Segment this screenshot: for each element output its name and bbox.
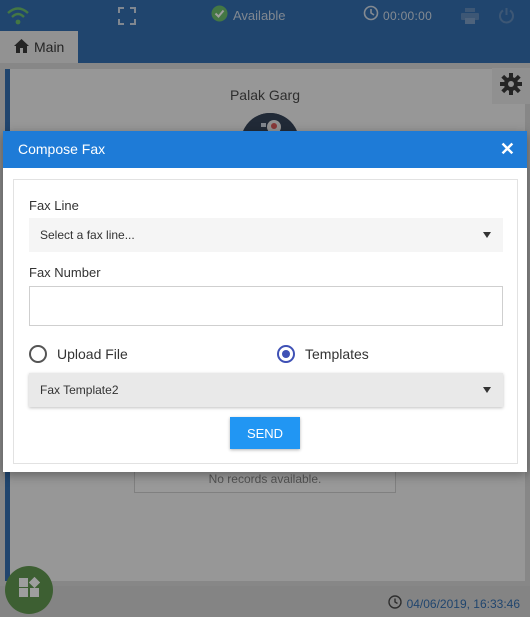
upload-file-label: Upload File xyxy=(57,346,128,362)
compose-fax-dialog: Compose Fax ✕ Fax Line Select a fax line… xyxy=(3,131,527,472)
template-select[interactable]: Fax Template2 xyxy=(29,373,503,407)
template-value: Fax Template2 xyxy=(40,383,119,397)
dialog-title: Compose Fax xyxy=(18,141,106,157)
fax-line-select[interactable]: Select a fax line... xyxy=(29,218,503,252)
send-button[interactable]: SEND xyxy=(230,417,300,449)
fax-number-label: Fax Number xyxy=(29,265,101,280)
radio-selected-icon xyxy=(277,345,295,363)
fax-line-label: Fax Line xyxy=(29,198,79,213)
dialog-header: Compose Fax ✕ xyxy=(3,131,527,168)
fax-number-input[interactable] xyxy=(29,286,503,326)
templates-label: Templates xyxy=(305,346,369,362)
chevron-down-icon xyxy=(483,387,491,393)
fax-line-value: Select a fax line... xyxy=(40,228,135,242)
templates-radio[interactable]: Templates xyxy=(277,345,369,363)
close-icon[interactable]: ✕ xyxy=(500,140,515,158)
radio-unselected-icon xyxy=(29,345,47,363)
chevron-down-icon xyxy=(483,232,491,238)
upload-file-radio[interactable]: Upload File xyxy=(29,345,128,363)
